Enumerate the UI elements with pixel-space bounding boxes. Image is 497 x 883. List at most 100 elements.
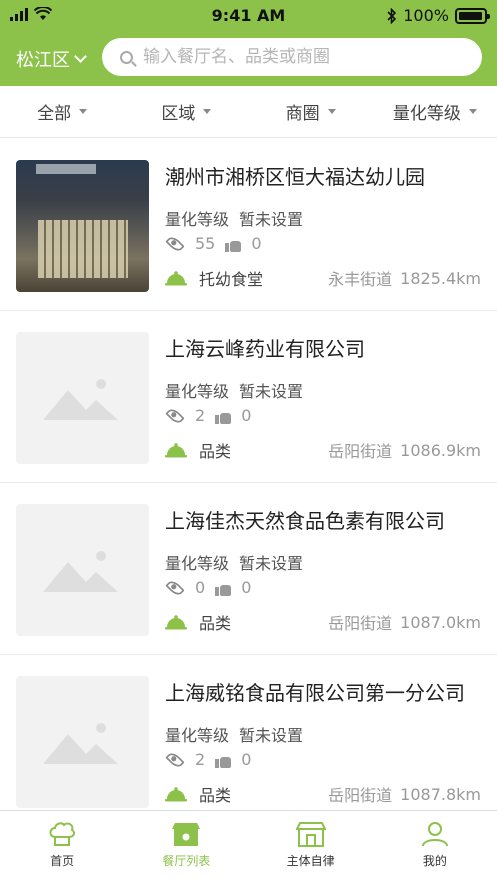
stats-row: 2 0	[165, 749, 252, 770]
eye-icon	[165, 749, 185, 770]
storefront-icon	[172, 823, 201, 846]
view-count: 55	[195, 234, 216, 253]
status-bar: 9:41 AM 100%	[0, 0, 497, 32]
filter-label: 区域	[161, 104, 196, 124]
grade-row: 量化等级 暂未设置	[165, 550, 303, 574]
meta-row: 托幼食堂 永丰街道 1825.4km	[165, 266, 481, 290]
tab-home[interactable]: 首页	[0, 811, 124, 883]
filter-label: 全部	[37, 104, 72, 124]
restaurant-photo	[16, 160, 149, 292]
cloche-icon	[165, 787, 187, 802]
category-label: 托幼食堂	[199, 270, 264, 289]
street-label: 永丰街道	[328, 270, 393, 289]
distance-label: 1825.4km	[400, 268, 481, 288]
restaurant-item[interactable]: 上海佳杰天然食品色素有限公司 量化等级 暂未设置 0 0 品类 岳阳街道 108…	[0, 483, 497, 655]
city-label: 松江区	[16, 50, 70, 71]
image-placeholder-icon	[16, 676, 149, 808]
filter-label: 商圈	[285, 104, 320, 124]
cloche-icon	[165, 443, 187, 458]
filter-label: 量化等级	[392, 104, 461, 124]
grade-row: 量化等级 暂未设置	[165, 378, 303, 402]
restaurant-name: 潮州市湘桥区恒大福达幼儿园	[165, 165, 425, 189]
filter-business-district[interactable]: 商圈	[249, 99, 373, 124]
tab-label: 首页	[50, 854, 75, 868]
chevron-down-icon	[74, 50, 87, 63]
meta-row: 品类 岳阳街道 1086.9km	[165, 438, 481, 462]
stats-row: 0 0	[165, 577, 252, 598]
grade-value: 暂未设置	[239, 726, 304, 745]
search-input[interactable]	[143, 47, 443, 67]
chef-hat-icon	[49, 822, 76, 846]
eye-icon	[165, 405, 185, 426]
grade-label: 量化等级	[165, 726, 230, 745]
grade-label: 量化等级	[165, 210, 230, 229]
view-count: 2	[195, 750, 206, 769]
city-selector[interactable]: 松江区	[16, 46, 87, 72]
battery-percent: 100%	[403, 6, 449, 25]
thumbs-up-icon	[215, 408, 232, 424]
restaurant-item[interactable]: 上海云峰药业有限公司 量化等级 暂未设置 2 0 品类 岳阳街道 1086.9k…	[0, 311, 497, 483]
tab-label: 餐厅列表	[162, 854, 211, 868]
view-count: 2	[195, 406, 206, 425]
tab-label: 我的	[422, 854, 447, 868]
caret-down-icon	[203, 109, 212, 114]
distance-label: 1087.0km	[400, 612, 481, 632]
cloche-icon	[165, 615, 187, 630]
stats-row: 55 0	[165, 233, 262, 254]
restaurant-item[interactable]: 上海威铭食品有限公司第一分公司 量化等级 暂未设置 2 0 品类 岳阳街道 10…	[0, 655, 497, 810]
grade-row: 量化等级 暂未设置	[165, 722, 303, 746]
street-label: 岳阳街道	[328, 442, 393, 461]
distance-label: 1086.9km	[400, 440, 481, 460]
grade-value: 暂未设置	[239, 554, 304, 573]
restaurant-name: 上海云峰药业有限公司	[165, 337, 365, 361]
stats-row: 2 0	[165, 405, 252, 426]
shop-icon	[295, 822, 326, 847]
caret-down-icon	[327, 109, 336, 114]
like-count: 0	[241, 406, 252, 425]
tab-mine[interactable]: 我的	[373, 811, 497, 883]
filter-grade[interactable]: 量化等级	[373, 99, 497, 124]
thumbs-up-icon	[225, 236, 242, 252]
tab-self-discipline[interactable]: 主体自律	[249, 811, 373, 883]
bluetooth-icon	[387, 7, 397, 24]
search-icon	[120, 50, 133, 64]
street-label: 岳阳街道	[328, 786, 393, 805]
grade-value: 暂未设置	[239, 382, 304, 401]
tab-label: 主体自律	[286, 854, 335, 868]
image-placeholder-icon	[16, 504, 149, 636]
battery-icon	[455, 7, 490, 24]
top-bar: 松江区	[0, 32, 497, 86]
restaurant-name: 上海佳杰天然食品色素有限公司	[165, 509, 445, 533]
filter-region[interactable]: 区域	[124, 99, 248, 124]
caret-down-icon	[79, 109, 88, 114]
filter-bar: 全部 区域 商圈 量化等级	[0, 86, 497, 138]
street-label: 岳阳街道	[328, 614, 393, 633]
image-placeholder-icon	[16, 332, 149, 464]
grade-value: 暂未设置	[239, 210, 304, 229]
like-count: 0	[241, 578, 252, 597]
tab-bar: 首页 餐厅列表 主体自律 我的	[0, 810, 497, 883]
like-count: 0	[241, 750, 252, 769]
distance-label: 1087.8km	[400, 784, 481, 804]
meta-row: 品类 岳阳街道 1087.0km	[165, 610, 481, 634]
tab-restaurant-list[interactable]: 餐厅列表	[124, 811, 248, 883]
grade-row: 量化等级 暂未设置	[165, 206, 303, 230]
meta-row: 品类 岳阳街道 1087.8km	[165, 782, 481, 806]
like-count: 0	[251, 234, 262, 253]
category-label: 品类	[199, 442, 232, 461]
thumbs-up-icon	[215, 752, 232, 768]
user-icon	[421, 822, 448, 847]
view-count: 0	[195, 578, 206, 597]
search-box[interactable]	[102, 38, 482, 76]
grade-label: 量化等级	[165, 554, 230, 573]
category-label: 品类	[199, 786, 232, 805]
grade-label: 量化等级	[165, 382, 230, 401]
filter-all[interactable]: 全部	[0, 99, 124, 124]
eye-icon	[165, 577, 185, 598]
caret-down-icon	[468, 109, 477, 114]
eye-icon	[165, 233, 185, 254]
restaurant-list[interactable]: 潮州市湘桥区恒大福达幼儿园 量化等级 暂未设置 55 0 托幼食堂 永丰街道 1…	[0, 139, 497, 810]
category-label: 品类	[199, 614, 232, 633]
cloche-icon	[165, 271, 187, 286]
restaurant-item[interactable]: 潮州市湘桥区恒大福达幼儿园 量化等级 暂未设置 55 0 托幼食堂 永丰街道 1…	[0, 139, 497, 311]
